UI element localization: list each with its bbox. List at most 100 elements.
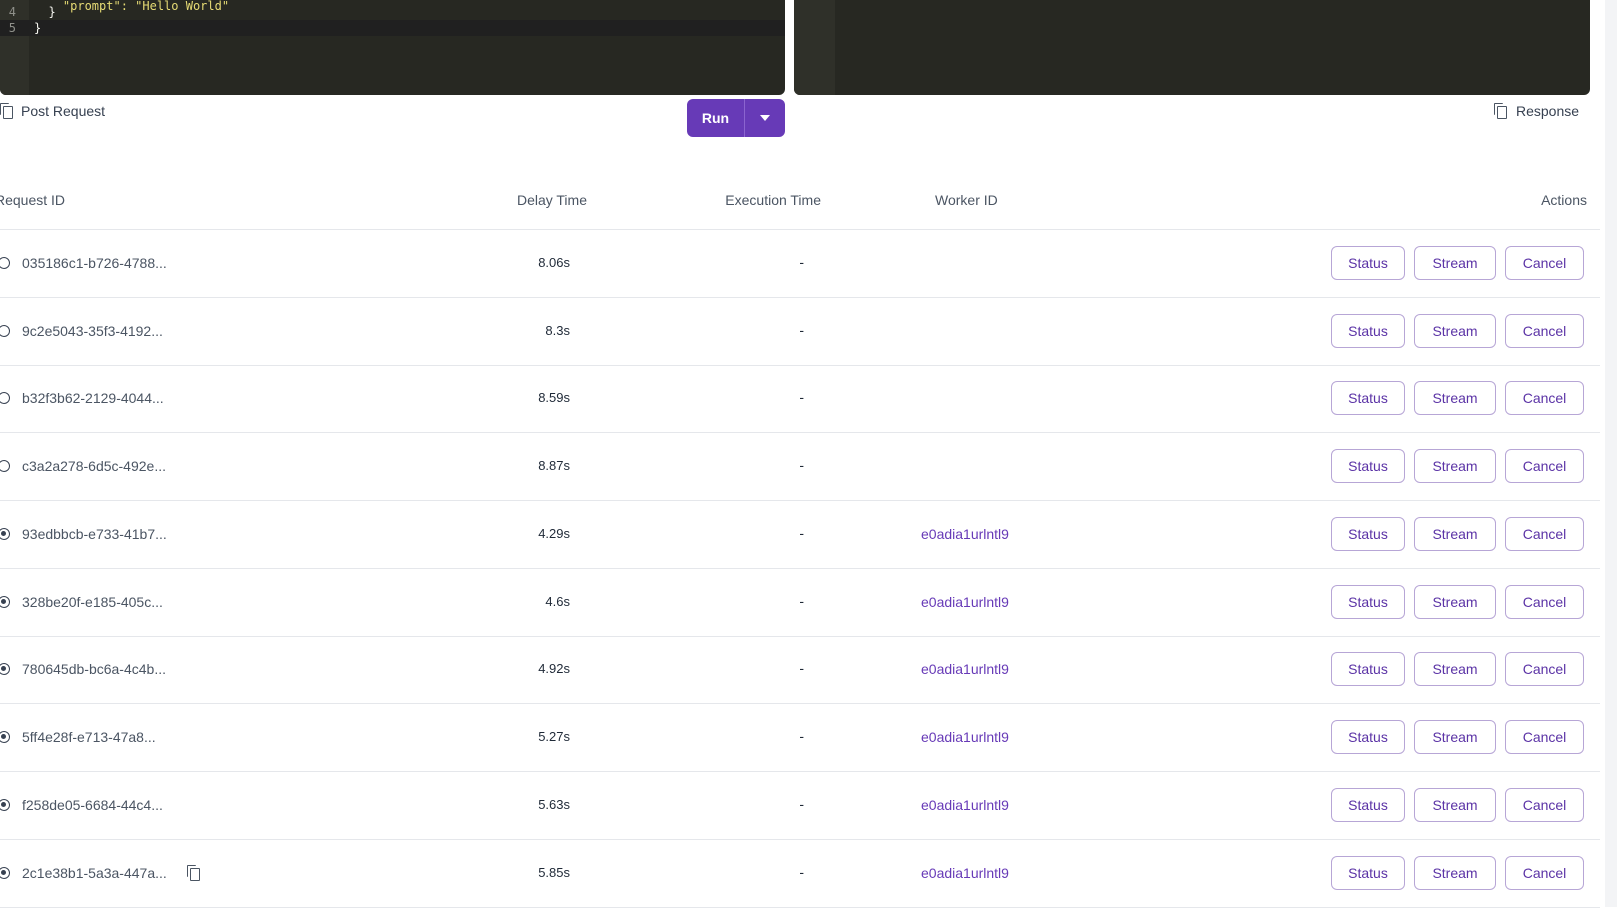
status-button[interactable]: Status	[1331, 652, 1405, 686]
editor-code: }	[34, 21, 42, 35]
response-text: Response	[1516, 103, 1580, 119]
execution-time: -	[799, 322, 804, 338]
delay-time: 5.85s	[538, 865, 570, 880]
status-button[interactable]: Status	[1331, 585, 1405, 619]
delay-time: 5.27s	[538, 729, 570, 744]
queued-status-icon	[0, 325, 10, 337]
cancel-button[interactable]: Cancel	[1505, 720, 1584, 754]
line-number: 4	[8, 5, 16, 19]
header-delay-time: Delay Time	[516, 192, 587, 208]
status-button[interactable]: Status	[1331, 449, 1405, 483]
request-id: f258de05-6684-44c4...	[22, 797, 163, 813]
status-button[interactable]: Status	[1331, 246, 1405, 280]
stream-button[interactable]: Stream	[1414, 720, 1496, 754]
execution-time: -	[799, 728, 804, 744]
editor-line-active: 5 }	[0, 20, 785, 36]
line-number: 5	[8, 21, 16, 35]
table-row: 5ff4e28f-e713-47a8... 5.27s - e0adia1urlntl…	[0, 703, 1600, 772]
request-id: 780645db-bc6a-4c4b...	[22, 661, 166, 677]
status-button[interactable]: Status	[1331, 314, 1405, 348]
request-id: c3a2a278-6d5c-492e...	[22, 458, 166, 474]
table-row: f258de05-6684-44c4... 5.63s - e0adia1urlntl…	[0, 771, 1600, 840]
header-request-id: Request ID	[0, 192, 66, 208]
run-button-group[interactable]: Run	[687, 99, 785, 137]
worker-id-link[interactable]: e0adia1urlntl9	[921, 797, 1009, 813]
header-worker-id: Worker ID	[935, 192, 998, 208]
cancel-button[interactable]: Cancel	[1505, 652, 1584, 686]
delay-time: 8.06s	[538, 255, 570, 270]
queued-status-icon	[0, 392, 10, 404]
request-editor[interactable]: "prompt": "Hello World" 4 } 5 }	[0, 0, 785, 95]
table-row: 2c1e38b1-5a3a-447a... 5.85s - e0adia1urlntl…	[0, 839, 1600, 908]
delay-time: 4.6s	[545, 594, 570, 609]
stream-button[interactable]: Stream	[1414, 449, 1496, 483]
stream-button[interactable]: Stream	[1414, 246, 1496, 280]
worker-id-link[interactable]: e0adia1urlntl9	[921, 661, 1009, 677]
execution-time: -	[799, 525, 804, 541]
execution-time: -	[799, 796, 804, 812]
copy-icon[interactable]	[0, 103, 14, 119]
table-row: 035186c1-b726-4788... 8.06s - Status Stream C…	[0, 229, 1600, 298]
stream-button[interactable]: Stream	[1414, 314, 1496, 348]
stream-button[interactable]: Stream	[1414, 856, 1496, 890]
delay-time: 8.59s	[538, 390, 570, 405]
cancel-button[interactable]: Cancel	[1505, 856, 1584, 890]
in-progress-status-icon	[0, 867, 10, 879]
status-button[interactable]: Status	[1331, 856, 1405, 890]
status-button[interactable]: Status	[1331, 720, 1405, 754]
delay-time: 4.29s	[538, 526, 570, 541]
worker-id-link[interactable]: e0adia1urlntl9	[921, 594, 1009, 610]
status-button[interactable]: Status	[1331, 788, 1405, 822]
response-editor[interactable]	[794, 0, 1590, 95]
run-options-dropdown[interactable]	[745, 99, 785, 137]
worker-id-link[interactable]: e0adia1urlntl9	[921, 865, 1009, 881]
status-button[interactable]: Status	[1331, 517, 1405, 551]
table-row: c3a2a278-6d5c-492e... 8.87s - Status Stream C…	[0, 432, 1600, 501]
cancel-button[interactable]: Cancel	[1505, 314, 1584, 348]
in-progress-status-icon	[0, 596, 10, 608]
editor-gutter	[794, 0, 835, 95]
worker-id-link[interactable]: e0adia1urlntl9	[921, 729, 1009, 745]
request-id: 9c2e5043-35f3-4192...	[22, 323, 163, 339]
delay-time: 8.87s	[538, 458, 570, 473]
execution-time: -	[799, 593, 804, 609]
queued-status-icon	[0, 257, 10, 269]
cancel-button[interactable]: Cancel	[1505, 585, 1584, 619]
stream-button[interactable]: Stream	[1414, 517, 1496, 551]
response-label[interactable]: Response	[1494, 101, 1579, 121]
request-id: 328be20f-e185-405c...	[22, 594, 163, 610]
execution-time: -	[799, 254, 804, 270]
request-id: b32f3b62-2129-4044...	[22, 390, 164, 406]
stream-button[interactable]: Stream	[1414, 585, 1496, 619]
in-progress-status-icon	[0, 731, 10, 743]
table-row: 9c2e5043-35f3-4192... 8.3s - Status Stream Ca…	[0, 297, 1600, 366]
status-button[interactable]: Status	[1331, 381, 1405, 415]
post-request-label[interactable]: Post Request	[0, 101, 105, 121]
cancel-button[interactable]: Cancel	[1505, 788, 1584, 822]
copy-icon[interactable]	[1494, 103, 1508, 119]
worker-id-link[interactable]: e0adia1urlntl9	[921, 526, 1009, 542]
execution-time: -	[799, 660, 804, 676]
cancel-button[interactable]: Cancel	[1505, 381, 1584, 415]
table-row: b32f3b62-2129-4044... 8.59s - Status Stream C…	[0, 364, 1600, 433]
cancel-button[interactable]: Cancel	[1505, 449, 1584, 483]
run-button[interactable]: Run	[687, 99, 745, 137]
request-id: 5ff4e28f-e713-47a8...	[22, 729, 156, 745]
cancel-button[interactable]: Cancel	[1505, 517, 1584, 551]
stream-button[interactable]: Stream	[1414, 652, 1496, 686]
stream-button[interactable]: Stream	[1414, 381, 1496, 415]
editor-line: 4 }	[0, 4, 785, 20]
queued-status-icon	[0, 460, 10, 472]
table-row: 93edbbcb-e733-41b7... 4.29s - e0adia1urlntl…	[0, 500, 1600, 569]
cancel-button[interactable]: Cancel	[1505, 246, 1584, 280]
header-actions: Actions	[1541, 192, 1587, 208]
copy-icon[interactable]	[187, 865, 201, 881]
execution-time: -	[799, 457, 804, 473]
scrollbar[interactable]	[1605, 0, 1617, 907]
request-id: 93edbbcb-e733-41b7...	[22, 526, 167, 542]
in-progress-status-icon	[0, 528, 10, 540]
table-row: 780645db-bc6a-4c4b... 4.92s - e0adia1urlntl…	[0, 635, 1600, 704]
header-execution-time: Execution Time	[725, 192, 821, 208]
editor-code: }	[34, 5, 56, 19]
stream-button[interactable]: Stream	[1414, 788, 1496, 822]
